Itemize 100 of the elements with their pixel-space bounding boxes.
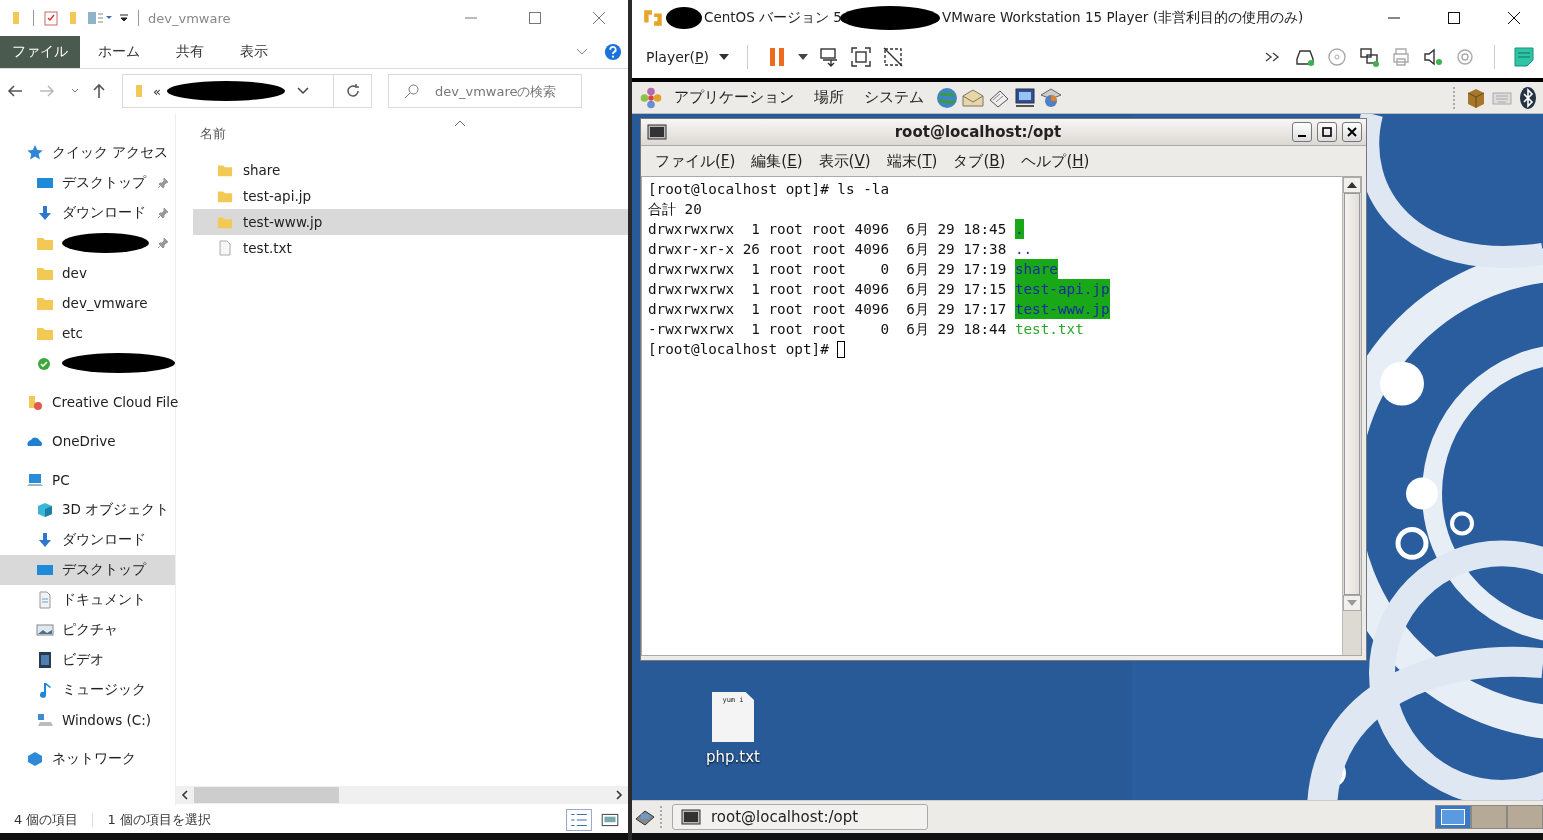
maximize-button[interactable] [1317, 122, 1337, 142]
flower-logo-icon[interactable] [639, 85, 663, 110]
window-title: VMware Workstation 15 Player (非営利目的の使用のみ) [941, 9, 1304, 27]
computer-icon [26, 471, 44, 489]
nav-item[interactable]: ビデオ [0, 645, 175, 675]
scroll-right-icon[interactable] [615, 790, 623, 800]
scroll-left-icon[interactable] [181, 790, 189, 800]
close-button[interactable] [1342, 122, 1362, 142]
scroll-up-icon[interactable] [1347, 182, 1357, 188]
file-row[interactable]: test-www.jp [193, 209, 628, 235]
menu-item[interactable]: ヘルプ(H) [1015, 149, 1096, 173]
nav-item[interactable]: OneDrive [0, 426, 175, 456]
network-icon [26, 750, 44, 768]
drive-icon [36, 711, 54, 729]
file-name: test-api.jp [243, 188, 311, 204]
maximize-icon[interactable] [1448, 12, 1460, 24]
file-row[interactable]: test-api.jp [193, 183, 628, 209]
nav-item[interactable]: デスクトップ [0, 555, 175, 585]
caret-icon[interactable] [797, 54, 808, 60]
star-icon [26, 144, 44, 162]
customize-caret-icon[interactable] [119, 13, 129, 23]
pin-icon[interactable] [157, 237, 169, 249]
nav-item[interactable]: ダウンロード [0, 198, 175, 228]
address-bar[interactable]: « [122, 74, 334, 108]
network-adapter-icon[interactable] [1358, 46, 1380, 68]
menu-item[interactable]: 表示(V) [812, 149, 877, 173]
desktop-icon-label[interactable]: php.txt [706, 748, 760, 766]
nav-item[interactable]: ネットワーク [0, 744, 175, 774]
file-row[interactable]: test.txt [193, 235, 628, 261]
menu-item[interactable]: タブ(B) [947, 149, 1012, 173]
pin-icon[interactable] [157, 177, 169, 189]
send-keys-icon[interactable] [817, 46, 840, 68]
search-field[interactable]: dev_vmwareの検索 [388, 74, 582, 108]
workspace-switcher[interactable] [1435, 805, 1543, 829]
details-view-icon[interactable] [566, 808, 592, 831]
ribbon-tab[interactable]: 共有 [158, 36, 222, 68]
nav-item[interactable]: dev_vmware [0, 288, 175, 318]
menu-item[interactable]: 端末(T) [880, 149, 944, 173]
checklist-icon[interactable] [43, 10, 59, 26]
ribbon-tab[interactable]: ファイル [0, 36, 80, 68]
app-logo-icon [642, 7, 664, 29]
nav-item[interactable]: ミュージック [0, 675, 175, 705]
image-icon [36, 621, 54, 639]
down-arrow-icon [36, 204, 54, 222]
close-icon[interactable] [1508, 12, 1520, 24]
nav-item[interactable]: クイック アクセス [0, 138, 175, 168]
unity-icon[interactable] [881, 46, 904, 68]
note-icon[interactable] [1513, 46, 1535, 68]
nav-item[interactable]: 3D オブジェクト [0, 495, 175, 525]
minimize-icon [1298, 135, 1306, 137]
file-name: . [1014, 219, 1024, 239]
terminal-line: drwxrwxrwx 1 root root 4096 6月 29 17:15 [648, 280, 1008, 299]
panel-menu[interactable]: アプリケーション [668, 88, 800, 107]
nav-item[interactable]: dev [0, 258, 175, 288]
selection-count: 1 個の項目を選択 [107, 810, 211, 829]
terminal-line: drwxrwxrwx 1 root root 4096 6月 29 17:17 [648, 300, 1008, 319]
player-menu[interactable]: Player(P) [646, 49, 729, 65]
horizontal-scrollbar[interactable] [176, 786, 628, 804]
caret-icon [718, 54, 729, 60]
taskbar-button[interactable]: root@localhost:/opt [672, 804, 928, 830]
minimize-button[interactable] [1292, 122, 1312, 142]
menu-item[interactable]: ファイル(F) [649, 149, 742, 173]
pin-icon[interactable] [157, 207, 169, 219]
document-icon [36, 591, 54, 609]
panel-menu[interactable]: システム [858, 88, 930, 107]
nav-item[interactable]: ダウンロード [0, 525, 175, 555]
nav-item[interactable]: Windows (C:) [0, 705, 175, 735]
file-name: test-www.jp [243, 214, 323, 230]
vertical-scrollbar[interactable] [1342, 177, 1361, 655]
down-arrow-icon [36, 531, 54, 549]
nav-item[interactable]: ピクチャ [0, 615, 175, 645]
chevron-down-icon[interactable] [297, 87, 309, 95]
fullscreen-icon[interactable] [849, 46, 872, 68]
terminal-line: [root@localhost opt]# ls -la [648, 180, 889, 199]
nav-item[interactable]: etc [0, 318, 175, 348]
panel-menu[interactable]: 場所 [808, 88, 850, 107]
speaker-icon[interactable] [1422, 46, 1444, 68]
column-header[interactable]: 名前 [200, 125, 240, 145]
refresh-button[interactable] [334, 74, 372, 108]
ribbon-tab[interactable]: ホーム [80, 36, 158, 68]
nav-item[interactable]: デスクトップ [0, 168, 175, 198]
help-icon[interactable] [604, 43, 622, 61]
close-icon [1347, 127, 1357, 137]
folder-icon [26, 393, 44, 411]
cube-icon [36, 501, 54, 519]
globe-icon[interactable] [935, 85, 959, 110]
terminal-icon [681, 809, 701, 825]
terminal-line: drwxr-xr-x 26 root root 4096 6月 29 17:38 [648, 240, 1008, 259]
breadcrumb-overflow[interactable]: « [153, 83, 161, 99]
nav-item[interactable]: ドキュメント [0, 585, 175, 615]
file-row[interactable]: share [193, 157, 628, 183]
terminal-icon[interactable] [647, 124, 667, 140]
file-name: test.txt [1014, 320, 1084, 339]
file-name: test.txt [243, 240, 292, 256]
ribbon-tab[interactable]: 表示 [222, 36, 286, 68]
window-title: dev_vmware [148, 10, 231, 26]
presentation-icon[interactable] [1013, 85, 1037, 110]
terminal-line: drwxrwxrwx 1 root root 0 6月 29 17:19 [648, 260, 1008, 279]
nav-item[interactable]: PC [0, 465, 175, 495]
menu-item[interactable]: 編集(E) [745, 149, 809, 173]
